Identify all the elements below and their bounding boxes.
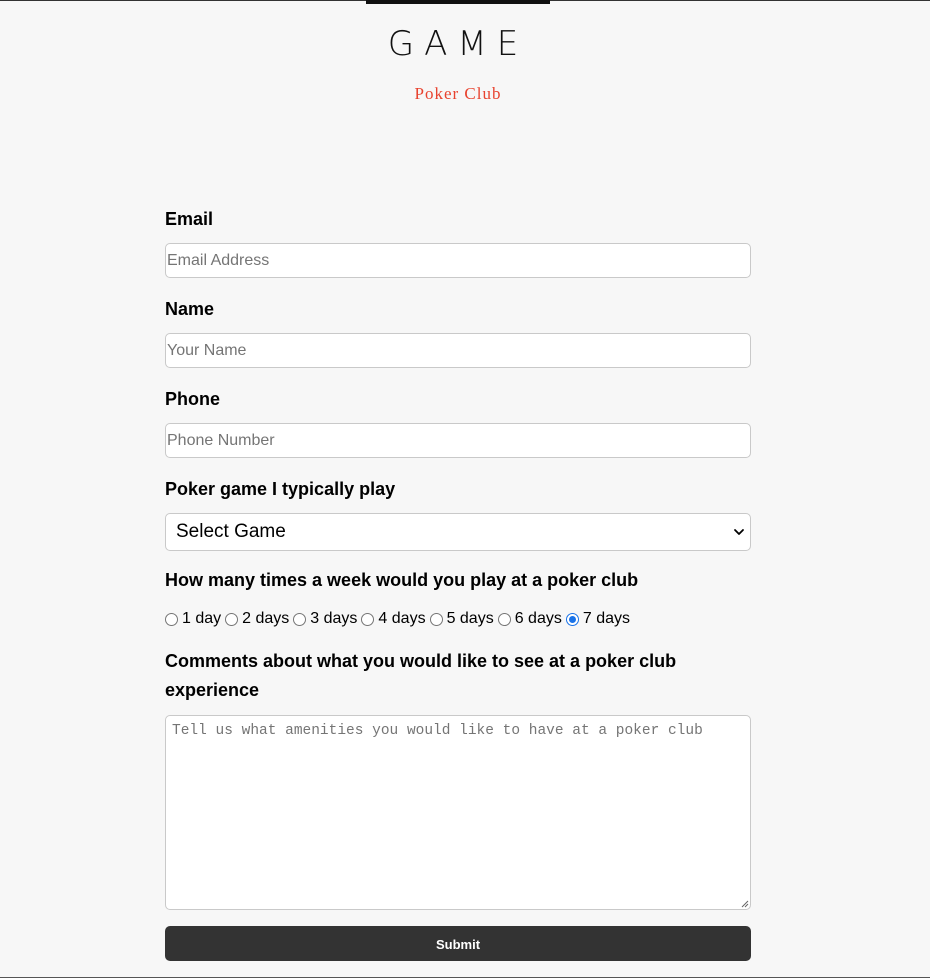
email-field[interactable] [165,243,751,278]
frequency-label: How many times a week would you play at … [165,570,639,590]
game-select-value: Select Game [176,521,286,542]
logo-subtitle: Poker Club [414,84,502,103]
submit-button[interactable]: Submit [165,926,751,961]
frequency-option[interactable]: 3 days [293,610,357,628]
frequency-option-label: 7 days [582,610,630,627]
radio-button[interactable] [293,612,307,626]
frequency-option[interactable]: 7 days [565,610,630,628]
name-label: Name [165,299,215,319]
frequency-option-label: 4 days [378,610,426,627]
radio-button[interactable] [165,612,178,626]
email-label: Email [165,209,214,229]
frequency-option[interactable]: 4 days [361,610,426,628]
game-label: Poker game I typically play [165,479,396,499]
frequency-radio-group: 1 day 2 days 3 days 4 days 5 days 6 days… [165,609,751,629]
chevron-down-icon [734,529,744,535]
radio-button[interactable] [565,612,579,626]
frequency-option-label: 2 days [242,610,290,627]
resize-grip-icon[interactable] [741,900,749,908]
name-field[interactable] [165,333,751,368]
frequency-option-label: 3 days [310,610,358,627]
frequency-option[interactable]: 1 day [165,610,221,628]
logo-bar [366,0,550,4]
radio-button[interactable] [225,612,239,626]
phone-label: Phone [165,389,221,409]
comments-textarea[interactable] [165,715,751,910]
game-select[interactable]: Select Game [165,513,751,551]
frequency-option[interactable]: 6 days [497,610,562,628]
radio-button[interactable] [497,612,511,626]
radio-button[interactable] [361,612,375,626]
radio-button[interactable] [429,612,443,626]
phone-field[interactable] [165,423,751,458]
frequency-option[interactable]: 2 days [225,610,289,628]
frequency-option-label: 5 days [446,610,494,627]
frequency-option-label: 6 days [514,610,562,627]
signup-form: Email Name Phone Poker game I typically … [165,206,751,961]
comments-wrapper [165,715,751,910]
frequency-option-label: 1 day [182,610,222,627]
comments-label: Comments about what you would like to se… [165,651,677,700]
logo-title: GAME [387,24,529,64]
frequency-option[interactable]: 5 days [429,610,494,628]
